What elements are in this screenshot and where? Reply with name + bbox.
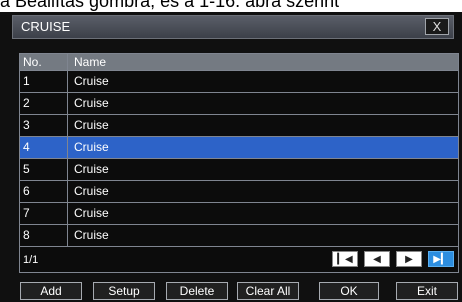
- prev-page-icon: ◀: [373, 254, 381, 265]
- last-page-icon: ▶▎: [433, 254, 449, 265]
- table-row[interactable]: 1 Cruise: [20, 71, 458, 93]
- table-row[interactable]: 2 Cruise: [20, 93, 458, 115]
- row-number: 1: [20, 71, 68, 92]
- first-page-button[interactable]: ▎◀: [332, 251, 358, 267]
- prev-page-button[interactable]: ◀: [364, 251, 390, 267]
- row-name: Cruise: [74, 96, 109, 110]
- column-header-no: No.: [20, 54, 68, 70]
- setup-button[interactable]: Setup: [93, 282, 155, 300]
- next-page-button[interactable]: ▶: [396, 251, 422, 267]
- clear-all-button[interactable]: Clear All: [237, 282, 299, 300]
- cruise-dialog: CRUISE X No. Name 1 Cruise 2 Cruise 3 Cr…: [0, 12, 462, 302]
- caption-text: a Beállítás gombra, és a 1-16. ábra szer…: [0, 0, 340, 11]
- table-footer: 1/1 ▎◀ ◀ ▶ ▶▎: [20, 247, 458, 272]
- table-row[interactable]: 7 Cruise: [20, 203, 458, 225]
- delete-button[interactable]: Delete: [166, 282, 228, 300]
- dialog-title: CRUISE: [21, 19, 71, 34]
- row-name: Cruise: [74, 140, 109, 154]
- row-number: 4: [20, 137, 68, 158]
- background-caption-text: a Beállítás gombra, és a 1-16. ábra szer…: [0, 0, 462, 12]
- column-header-name: Name: [74, 55, 107, 69]
- first-page-icon: ▎◀: [337, 254, 353, 265]
- ok-button[interactable]: OK: [319, 282, 379, 300]
- row-number: 6: [20, 181, 68, 202]
- table-row[interactable]: 6 Cruise: [20, 181, 458, 203]
- row-number: 2: [20, 93, 68, 114]
- pager: ▎◀ ◀ ▶ ▶▎: [332, 251, 454, 267]
- close-icon: X: [432, 19, 442, 34]
- table-row[interactable]: 8 Cruise: [20, 225, 458, 247]
- table-header: No. Name: [20, 54, 458, 71]
- title-bar: CRUISE X: [12, 15, 454, 39]
- row-number: 5: [20, 159, 68, 180]
- add-button[interactable]: Add: [20, 282, 82, 300]
- page-indicator: 1/1: [23, 253, 39, 266]
- exit-button[interactable]: Exit: [396, 282, 458, 300]
- cruise-table: No. Name 1 Cruise 2 Cruise 3 Cruise 4 Cr…: [19, 53, 459, 273]
- table-row-selected[interactable]: 4 Cruise: [20, 137, 458, 159]
- row-name: Cruise: [74, 162, 109, 176]
- row-name: Cruise: [74, 228, 109, 242]
- row-name: Cruise: [74, 206, 109, 220]
- table-row[interactable]: 3 Cruise: [20, 115, 458, 137]
- button-bar: Add Setup Delete Clear All OK Exit: [0, 282, 462, 302]
- close-button[interactable]: X: [425, 18, 449, 35]
- row-number: 7: [20, 203, 68, 224]
- row-name: Cruise: [74, 184, 109, 198]
- row-name: Cruise: [74, 74, 109, 88]
- row-name: Cruise: [74, 118, 109, 132]
- row-number: 8: [20, 225, 68, 246]
- row-number: 3: [20, 115, 68, 136]
- next-page-icon: ▶: [405, 254, 413, 265]
- table-row[interactable]: 5 Cruise: [20, 159, 458, 181]
- last-page-button[interactable]: ▶▎: [428, 251, 454, 267]
